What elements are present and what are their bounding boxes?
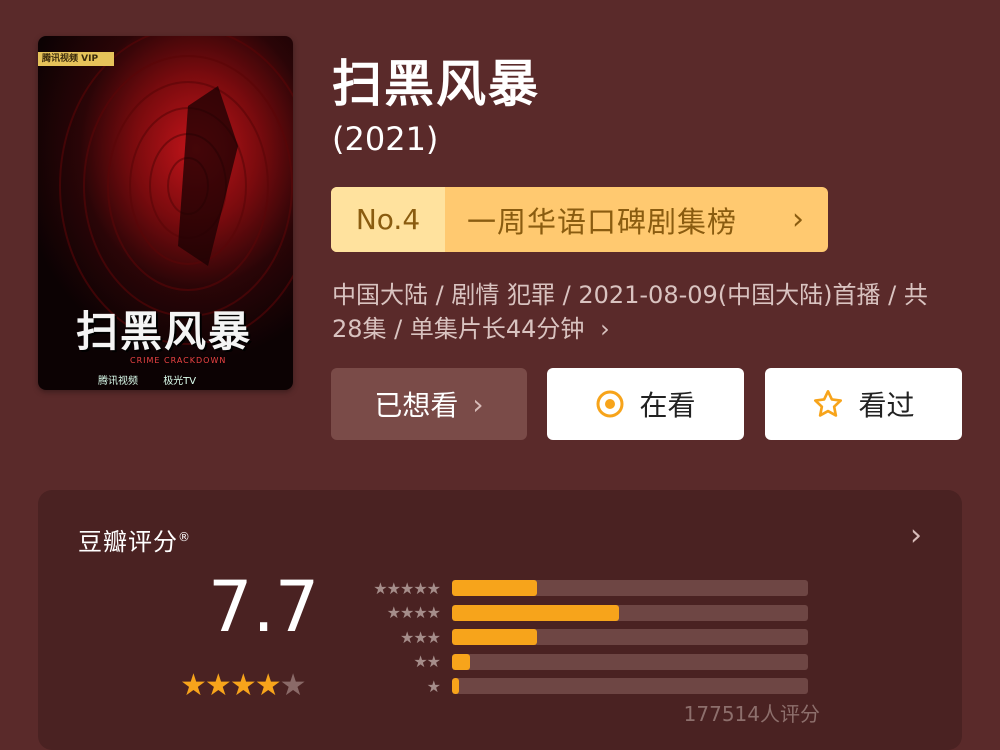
tencent-video-logo: 腾讯视频 [98, 376, 138, 387]
distribution-star-label: ★ [426, 676, 441, 696]
rating-distribution-row: ★★★★★ [358, 576, 858, 601]
star-filled-icon: ★ [180, 668, 207, 703]
rating-distribution-row: ★ [358, 674, 858, 699]
distribution-bar-track [452, 604, 808, 621]
distribution-bar-track [452, 678, 808, 695]
rank-list-label: 一周华语口碑剧集榜 [467, 204, 738, 239]
chevron-right-icon: › [600, 315, 610, 343]
rating-score: 7.7 [208, 566, 320, 648]
distribution-bar-fill [452, 653, 470, 670]
rating-title-text: 豆瓣评分 [78, 528, 178, 556]
poster-title: 扫黑风暴 [76, 307, 253, 356]
star-outline-icon [812, 388, 844, 420]
rating-stars: ★★★★★ [180, 668, 307, 703]
target-circle-icon [595, 389, 625, 419]
movie-title: 扫黑风暴 [332, 55, 540, 113]
poster-image[interactable]: 腾讯视频 VIP 扫黑风暴 CRIME CRACKDOWN 腾讯视频 极光TV [38, 36, 293, 390]
distribution-bar-fill [452, 580, 538, 597]
rank-banner[interactable]: No.4 一周华语口碑剧集榜 › [331, 187, 828, 252]
chevron-right-icon: › [792, 202, 804, 237]
rating-distribution: ★★★★★ ★★★★ ★★★ ★★ ★ [358, 576, 858, 699]
chevron-right-icon[interactable]: › [910, 518, 922, 553]
distribution-star-label: ★★★★★ [373, 578, 441, 598]
rating-title: 豆瓣评分® [78, 522, 191, 557]
star-empty-icon: ★ [279, 668, 307, 703]
watched-label: 看过 [858, 389, 915, 422]
distribution-star-label: ★★★★ [386, 603, 441, 623]
distribution-bar-fill [452, 604, 620, 621]
movie-meta[interactable]: 中国大陆 / 剧情 犯罪 / 2021-08-09(中国大陆)首播 / 共28集… [332, 278, 952, 346]
star-filled-icon: ★ [204, 668, 232, 703]
meta-text: 中国大陆 / 剧情 犯罪 / 2021-08-09(中国大陆)首播 / 共28集… [332, 281, 928, 343]
want-to-watch-button[interactable]: 已想看 › [331, 368, 527, 440]
poster-logos: 腾讯视频 极光TV [98, 372, 218, 387]
distribution-bar-track [452, 653, 808, 670]
rating-distribution-row: ★★★ [358, 625, 858, 650]
star-filled-icon: ★ [229, 668, 257, 703]
movie-year: (2021) [332, 120, 439, 158]
star-filled-icon: ★ [254, 668, 282, 703]
watching-label: 在看 [639, 389, 696, 422]
distribution-bar-track [452, 580, 808, 597]
distribution-bar-fill [452, 678, 460, 695]
watched-button[interactable]: 看过 [765, 368, 962, 440]
chevron-right-icon: › [472, 387, 484, 421]
poster-subtitle: CRIME CRACKDOWN [130, 356, 227, 365]
distribution-bar-track [452, 629, 808, 646]
registered-mark: ® [178, 530, 191, 544]
rating-count: 177514人评分 [683, 702, 820, 726]
rank-number: No.4 [331, 187, 445, 252]
rating-card[interactable]: 豆瓣评分® › 7.7 ★★★★★ ★★★★★ ★★★★ ★★★ ★★ ★ 177514… [38, 490, 962, 750]
distribution-star-label: ★★★ [399, 627, 441, 647]
distribution-bar-fill [452, 629, 538, 646]
rating-distribution-row: ★★ [358, 650, 858, 675]
rating-distribution-row: ★★★★ [358, 601, 858, 626]
distribution-star-label: ★★ [413, 652, 441, 672]
want-to-watch-label: 已想看 [374, 389, 459, 422]
poster-vip-badge: 腾讯视频 VIP [38, 52, 114, 66]
watching-button[interactable]: 在看 [547, 368, 744, 440]
jiguang-tv-logo: 极光TV [163, 376, 197, 387]
